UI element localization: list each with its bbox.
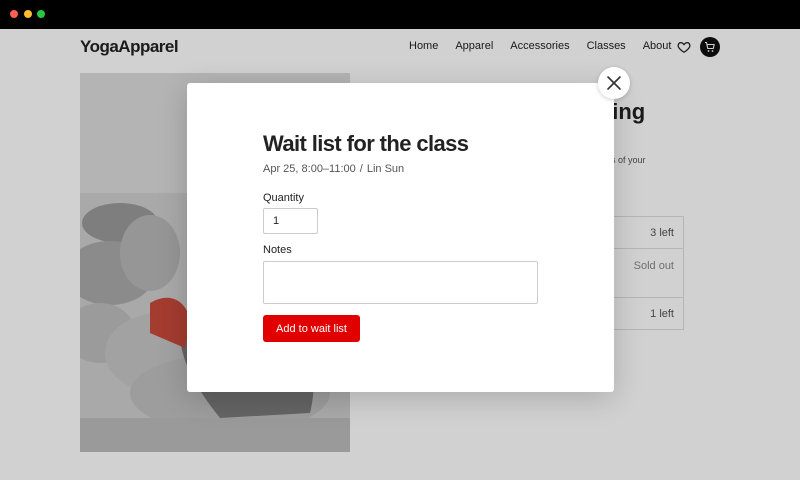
class-meta: Apr 25, 8:00–11:00/Lin Sun: [263, 163, 404, 175]
window-maximize-dot[interactable]: [37, 10, 45, 18]
window-titlebar: [0, 0, 800, 29]
page: YogaApparel Home Apparel Accessories Cla…: [0, 29, 800, 480]
close-icon: [607, 76, 621, 90]
quantity-field[interactable]: [263, 208, 318, 234]
notes-field[interactable]: [263, 261, 538, 304]
class-instructor: Lin Sun: [366, 163, 405, 175]
notes-label: Notes: [263, 244, 292, 256]
dialog-title: Wait list for the class: [263, 131, 469, 156]
quantity-label: Quantity: [263, 192, 304, 204]
window-close-dot[interactable]: [10, 10, 18, 18]
add-to-wait-list-button[interactable]: Add to wait list: [263, 315, 360, 342]
close-dialog-button[interactable]: [598, 67, 630, 99]
meta-separator: /: [359, 163, 363, 175]
wait-list-dialog: Wait list for the class Apr 25, 8:00–11:…: [187, 83, 614, 392]
class-date: Apr 25, 8:00–11:00: [263, 163, 356, 175]
window-minimize-dot[interactable]: [24, 10, 32, 18]
